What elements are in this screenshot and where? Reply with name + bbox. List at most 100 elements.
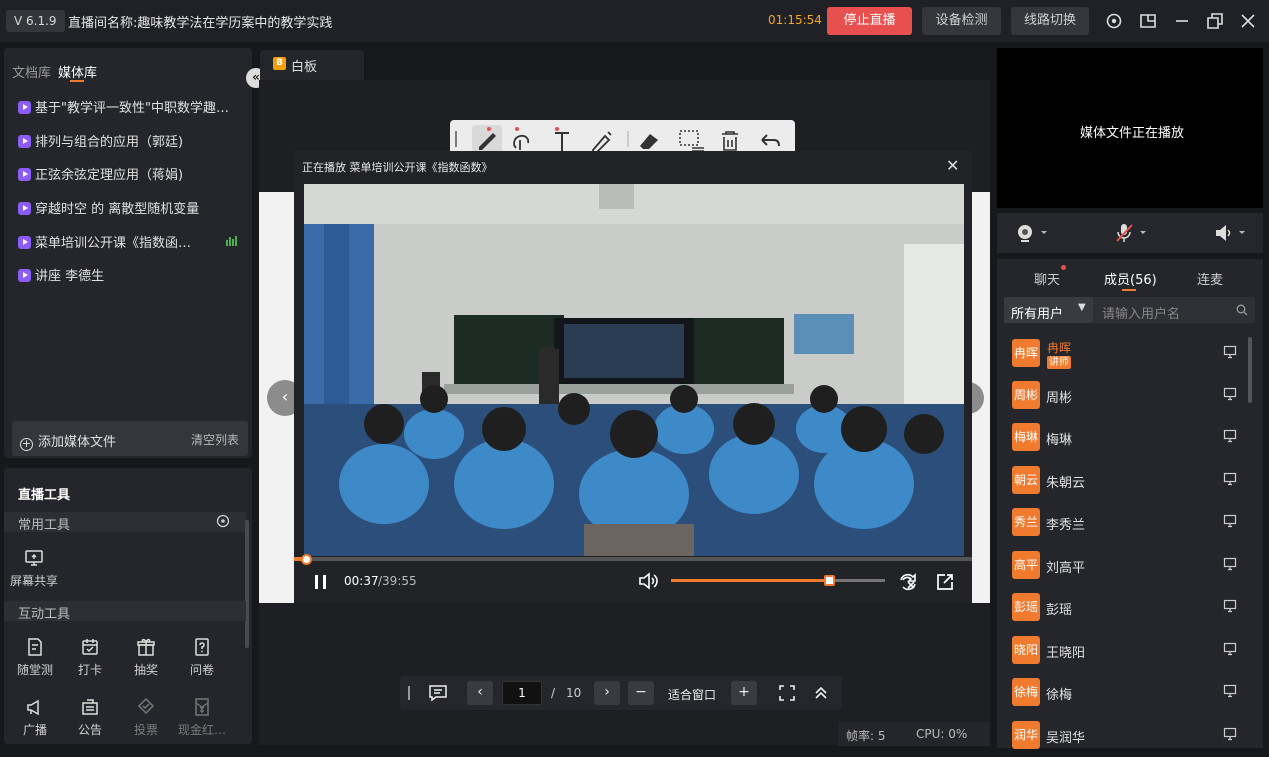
video-file-icon	[18, 101, 31, 114]
checkin-tool[interactable]: 打卡	[62, 637, 118, 678]
dropdown-caret-icon: ▼	[1078, 302, 1086, 313]
preview-status-text: 媒体文件正在播放	[1080, 126, 1185, 141]
member-name: 吴润华	[1046, 731, 1086, 746]
progress-handle[interactable]	[301, 554, 312, 565]
member-row[interactable]: 周彬 周彬	[1004, 375, 1244, 417]
media-item[interactable]: 排列与组合的应用（郭廷)	[18, 131, 243, 151]
text-icon[interactable]	[555, 132, 569, 151]
next-page-button[interactable]: ›	[594, 681, 620, 705]
media-item-playing[interactable]: 菜单培训公开课《指数函…	[18, 232, 218, 252]
broadcast-tool[interactable]: 广播	[7, 697, 63, 738]
avatar: 彭瑶	[1012, 593, 1040, 621]
tab-mic-link[interactable]: 连麦	[1197, 269, 1223, 288]
whiteboard-badge-icon: B	[273, 57, 286, 70]
mic-muted-icon[interactable]	[1115, 223, 1149, 243]
member-row[interactable]: 秀兰 李秀兰	[1004, 502, 1244, 544]
delete-icon[interactable]	[722, 131, 738, 151]
zoom-in-button[interactable]: +	[731, 681, 757, 705]
minimize-icon[interactable]	[1172, 11, 1192, 31]
tools-scrollbar[interactable]	[245, 520, 249, 648]
member-row[interactable]: 彭瑶 彭瑶	[1004, 587, 1244, 629]
screen-icon[interactable]	[1223, 642, 1237, 656]
zoom-out-button[interactable]: −	[628, 681, 654, 705]
fit-window-label[interactable]: 适合窗口	[668, 686, 716, 703]
members-scrollbar[interactable]	[1248, 337, 1252, 403]
survey-tool[interactable]: 问卷	[174, 637, 230, 678]
media-item[interactable]: 穿越时空 的 离散型随机变量	[18, 198, 243, 218]
screen-icon[interactable]	[1223, 429, 1237, 443]
announcement-icon	[82, 699, 98, 715]
eraser-icon[interactable]	[640, 134, 658, 149]
screen-icon[interactable]	[1223, 599, 1237, 613]
tab-media-library[interactable]: 媒体库	[58, 62, 97, 81]
speaker-icon[interactable]	[1214, 223, 1248, 243]
member-row[interactable]: 高平 刘高平	[1004, 545, 1244, 587]
video-frame[interactable]	[304, 184, 964, 556]
progress-track[interactable]	[294, 557, 972, 561]
screen-share-tool[interactable]: 屏幕共享	[6, 548, 62, 589]
tab-members[interactable]: 成员(56)	[1104, 269, 1157, 288]
fullscreen-icon[interactable]	[777, 683, 797, 703]
highlighter-icon[interactable]	[592, 131, 612, 153]
page-total: 10	[566, 686, 582, 700]
player-close-icon[interactable]: ✕	[946, 156, 959, 175]
screen-icon[interactable]	[1223, 514, 1237, 528]
camera-icon[interactable]	[1016, 223, 1048, 243]
restore-icon[interactable]	[1205, 11, 1225, 31]
clear-list-button[interactable]: 清空列表	[191, 431, 239, 448]
media-item[interactable]: 基于"教学评一致性"中职数学趣…	[18, 97, 243, 117]
member-row[interactable]: 润华 吴润华	[1004, 715, 1244, 757]
add-circle-icon: +	[20, 437, 33, 451]
member-row[interactable]: 晓阳 王晓阳	[1004, 630, 1244, 672]
screen-icon[interactable]	[1223, 557, 1237, 571]
screen-icon[interactable]	[1223, 387, 1237, 401]
stop-live-button[interactable]: 停止直播	[827, 7, 912, 35]
undo-icon[interactable]	[761, 134, 780, 147]
member-row[interactable]: 徐梅 徐梅	[1004, 672, 1244, 714]
screen-icon[interactable]	[1223, 345, 1237, 359]
popout-icon[interactable]	[935, 572, 955, 592]
member-name: 刘高平	[1046, 561, 1086, 576]
member-row-host[interactable]: 冉晖	[1004, 333, 1244, 375]
line-switch-button[interactable]: 线路切换	[1011, 7, 1089, 35]
lasso-icon[interactable]	[513, 134, 530, 150]
screen-icon[interactable]	[1223, 472, 1237, 486]
loop-off-icon[interactable]	[898, 572, 918, 592]
live-timer: 01:15:54	[768, 13, 822, 27]
media-item[interactable]: 讲座 李德生	[18, 265, 243, 285]
prev-page-button[interactable]: ‹	[467, 681, 493, 705]
avatar: 周彬	[1012, 381, 1040, 409]
whiteboard-tab-label: 白板	[291, 60, 318, 75]
settings-icon[interactable]	[1104, 11, 1124, 31]
search-icon[interactable]	[1236, 304, 1248, 316]
member-row[interactable]: 梅琳 梅琳	[1004, 417, 1244, 459]
tab-chat[interactable]: 聊天	[1034, 269, 1060, 288]
screen-icon[interactable]	[1223, 684, 1237, 698]
media-item[interactable]: 正弦余弦定理应用（蒋娟)	[18, 164, 243, 184]
cash-red-packet-tool[interactable]: 现金红…	[174, 697, 230, 738]
add-media-button[interactable]: + 添加媒体文件	[20, 431, 116, 451]
volume-icon[interactable]	[637, 571, 659, 591]
vote-tool[interactable]: 投票	[118, 697, 174, 738]
notes-icon[interactable]	[428, 684, 448, 702]
device-check-button[interactable]: 设备检测	[922, 7, 1001, 35]
pause-icon[interactable]	[312, 574, 330, 590]
member-name: 梅琳	[1046, 433, 1073, 448]
lottery-tool[interactable]: 抽奖	[118, 637, 174, 678]
player-title: 正在播放 菜单培训公开课《指数函数》	[302, 161, 493, 174]
select-area-icon[interactable]	[679, 130, 704, 152]
close-icon[interactable]	[1238, 11, 1258, 31]
collapse-up-icon[interactable]	[811, 683, 831, 703]
page-number-input[interactable]: 1	[502, 681, 542, 705]
drag-handle[interactable]	[408, 686, 410, 700]
tools-settings-icon[interactable]	[216, 514, 230, 528]
announcement-tool[interactable]: 公告	[62, 697, 118, 738]
layout-icon[interactable]	[1138, 11, 1158, 31]
member-row[interactable]: 朝云 朱朝云	[1004, 460, 1244, 502]
quiz-tool[interactable]: 随堂测	[7, 637, 63, 678]
volume-handle[interactable]	[824, 575, 835, 586]
member-name: 王晓阳	[1046, 646, 1086, 661]
tab-document-library[interactable]: 文档库	[12, 62, 51, 81]
screen-icon[interactable]	[1223, 727, 1237, 741]
video-file-icon	[18, 236, 31, 249]
